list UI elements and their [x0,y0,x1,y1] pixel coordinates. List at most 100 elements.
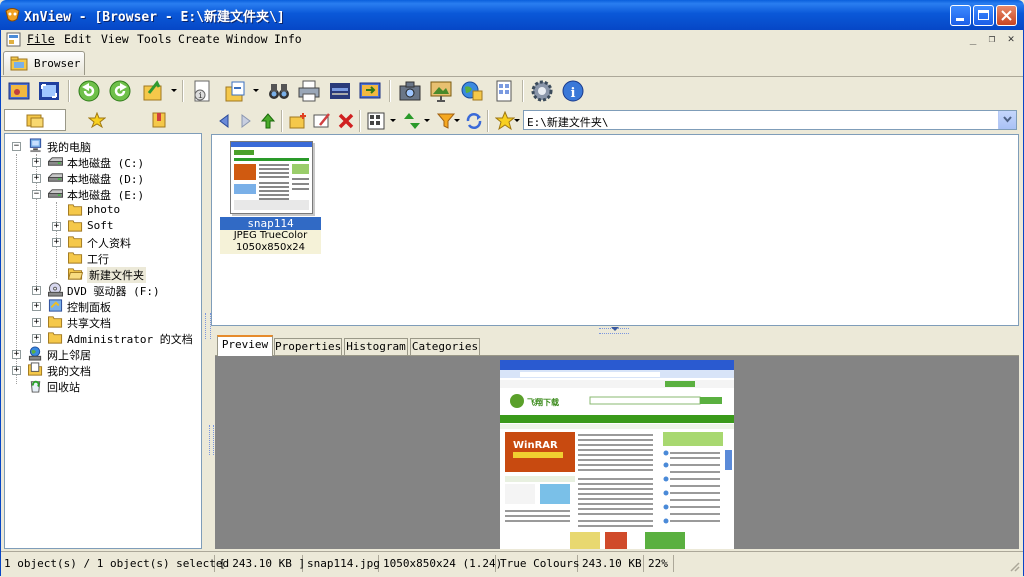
menu-window[interactable]: Window [226,32,268,46]
find-button[interactable] [266,78,292,104]
address-value[interactable]: E:\新建文件夹\ [527,114,609,130]
new-folder-button[interactable] [285,108,311,134]
mdi-minimize-button[interactable]: _ [965,31,981,47]
menu-tools[interactable]: Tools [137,32,172,46]
banner-text: WinRAR [513,440,558,451]
preview-tabs: Preview Properties Histogram Categories [215,335,1019,357]
arrow-left-icon [219,114,229,128]
expand-toggle[interactable]: + [32,158,41,167]
screensaver-button[interactable] [428,78,454,104]
vertical-splitter[interactable] [203,109,211,549]
menu-file[interactable]: File [27,32,55,46]
minimize-button[interactable] [950,5,971,26]
status-zoom: 22% [644,555,674,572]
mdi-restore-button[interactable]: ❐ [984,31,1000,47]
tab-histogram[interactable]: Histogram [344,338,408,355]
tab-folders[interactable] [4,109,66,131]
svg-text:i: i [198,91,203,100]
rotate-right-button[interactable] [107,78,133,104]
address-combobox[interactable]: E:\新建文件夹\ [523,110,1017,130]
parent-folder-button[interactable] [255,108,281,134]
tree-node-label: 控制面板 [67,301,111,314]
expand-toggle[interactable]: + [52,222,61,231]
sort-button[interactable] [399,108,425,134]
filter-dropdown-arrow[interactable] [454,119,460,122]
browser-doc-icon[interactable] [6,32,21,47]
convert-dropdown-arrow[interactable] [171,89,177,92]
file-properties-button[interactable]: i [189,78,215,104]
rename-button[interactable] [309,108,335,134]
resize-grip[interactable] [1008,560,1020,572]
contact-sheet-button[interactable] [491,78,517,104]
network-icon [28,346,42,361]
chevron-down-icon [1003,116,1012,123]
tab-preview[interactable]: Preview [217,335,273,357]
drive-icon [48,173,63,182]
view-fullscreen-button[interactable] [6,78,32,104]
splitter-arrow-icon [611,327,619,331]
close-button[interactable] [996,5,1017,26]
folders-icon [26,114,44,128]
about-button[interactable]: i [560,78,586,104]
file-thumbnail[interactable] [230,141,313,214]
left-panel-grip[interactable] [209,425,214,455]
arrow-right-icon [241,114,251,128]
fullscreen-button[interactable] [36,78,62,104]
tree-node-label: 共享文档 [67,317,111,330]
tab-properties[interactable]: Properties [274,338,342,355]
contact-sheet-icon [496,80,512,102]
drive-icon [48,189,63,198]
sort-dropdown-arrow[interactable] [424,119,430,122]
xnview-logo-icon[interactable] [4,7,21,23]
options-button[interactable] [529,78,555,104]
mdi-close-button[interactable]: ✕ [1003,31,1019,47]
expand-toggle[interactable]: + [32,174,41,183]
tab-categories[interactable]: Categories [410,338,480,355]
menu-info[interactable]: Info [274,32,302,46]
address-dropdown-button[interactable] [998,111,1016,129]
title-bar[interactable]: XnView - [Browser - E:\新建文件夹\] [0,0,1024,30]
delete-button[interactable] [333,108,359,134]
expand-toggle[interactable]: + [32,286,41,295]
view-mode-button[interactable] [363,108,389,134]
scan-button[interactable] [327,78,353,104]
file-info-icon: i [194,80,210,102]
rotate-left-icon [78,80,100,102]
capture-button[interactable] [397,78,423,104]
menu-view[interactable]: View [101,32,129,46]
printer-icon [298,80,320,102]
drive-icon [48,157,63,166]
window-title: XnView - [Browser - E:\新建文件夹\] [24,10,285,25]
folder-tree: 我的电脑 − 本地磁盘 (C:) + 本地磁盘 (D:) + 本地磁盘 (E:) − photo… [4,133,202,549]
refresh-button[interactable] [461,108,487,134]
expand-toggle[interactable]: + [12,350,21,359]
expand-toggle[interactable]: + [12,366,21,375]
file-thumbnail-item[interactable]: snap114 JPEG TrueColor (v1.0) 1050x850x2… [220,141,323,254]
collapse-toggle[interactable]: − [12,142,21,151]
expand-toggle[interactable]: + [52,238,61,247]
convert-button[interactable] [140,78,166,104]
horizontal-splitter[interactable] [211,327,1019,335]
tab-browser[interactable]: Browser [3,51,85,75]
tab-favorites[interactable] [66,109,128,131]
maximize-button[interactable] [973,5,994,26]
menu-edit[interactable]: Edit [64,32,92,46]
rotate-left-button[interactable] [76,78,102,104]
expand-toggle[interactable]: + [32,302,41,311]
tree-node-label: Administrator 的文档 [67,333,193,346]
expand-toggle[interactable]: + [32,318,41,327]
file-list[interactable]: snap114 JPEG TrueColor (v1.0) 1050x850x2… [211,134,1019,326]
tree-node-label: 本地磁盘 (D:) [67,173,145,186]
expand-toggle[interactable]: + [32,334,41,343]
copy-dropdown-arrow[interactable] [253,89,259,92]
slideshow-button[interactable] [357,78,383,104]
tab-categories[interactable] [128,109,190,131]
print-button[interactable] [296,78,322,104]
web-page-button[interactable] [459,78,485,104]
view-mode-dropdown-arrow[interactable] [390,119,396,122]
status-selected-size: [ 243.10 KB ] [215,555,305,572]
favorites-dropdown-arrow[interactable] [514,119,520,122]
collapse-toggle[interactable]: − [32,190,41,199]
copy-move-button[interactable] [222,78,248,104]
menu-create[interactable]: Create [178,32,220,46]
